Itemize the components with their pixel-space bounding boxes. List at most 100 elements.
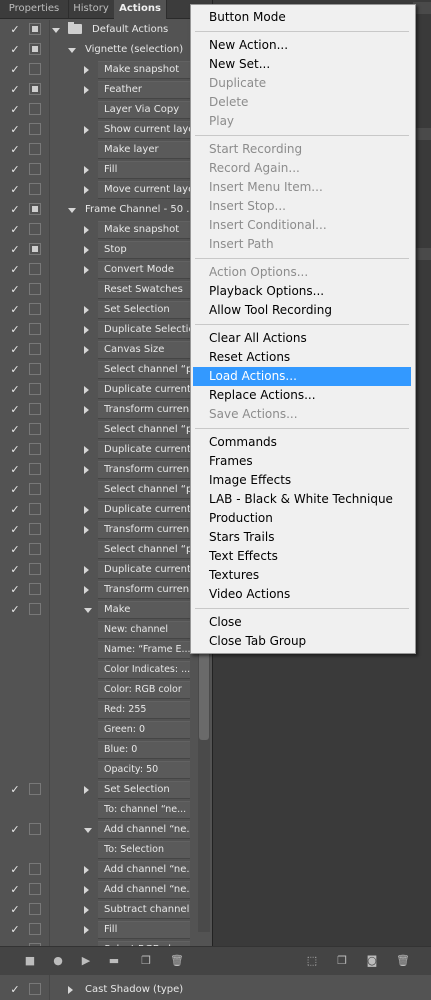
toggle-dialog-icon[interactable]: [29, 183, 41, 195]
expand-triangle-icon[interactable]: [84, 406, 89, 414]
expand-triangle-icon[interactable]: [84, 266, 89, 274]
trash-icon[interactable]: 🗑: [396, 955, 410, 967]
menu-item-clear-all-actions[interactable]: Clear All Actions: [193, 329, 411, 348]
toggle-item-checkmark-icon[interactable]: ✓: [8, 423, 22, 437]
toggle-dialog-icon[interactable]: [29, 263, 41, 275]
action-row[interactable]: ✓ Move current layer: [0, 180, 198, 200]
action-row[interactable]: ✓ Select channel “p...: [0, 420, 198, 440]
toggle-item-checkmark-icon[interactable]: ✓: [8, 923, 22, 937]
toggle-item-checkmark-icon[interactable]: ✓: [8, 583, 22, 597]
toggle-item-checkmark-icon[interactable]: ✓: [8, 783, 22, 797]
toggle-item-checkmark-icon[interactable]: ✓: [8, 43, 22, 57]
action-row[interactable]: ✓ Make snapshot: [0, 60, 198, 80]
expand-triangle-icon[interactable]: [68, 986, 73, 994]
toggle-item-checkmark-icon[interactable]: ✓: [8, 343, 22, 357]
toggle-dialog-icon[interactable]: [29, 523, 41, 535]
toggle-dialog-icon[interactable]: [29, 143, 41, 155]
expand-triangle-icon[interactable]: [84, 506, 89, 514]
menu-item-image-effects[interactable]: Image Effects: [193, 471, 411, 490]
expand-triangle-icon[interactable]: [84, 386, 89, 394]
expand-triangle-icon[interactable]: [84, 226, 89, 234]
expand-triangle-icon[interactable]: [84, 326, 89, 334]
expand-triangle-icon[interactable]: [84, 446, 89, 454]
expand-triangle-icon[interactable]: [84, 866, 89, 874]
toggle-dialog-icon[interactable]: [29, 223, 41, 235]
toggle-item-checkmark-icon[interactable]: ✓: [8, 823, 22, 837]
toggle-dialog-icon[interactable]: [29, 483, 41, 495]
action-row[interactable]: ✓ Make snapshot: [0, 220, 198, 240]
expand-triangle-icon[interactable]: [84, 566, 89, 574]
expand-triangle-icon[interactable]: [84, 86, 89, 94]
toggle-dialog-icon[interactable]: [29, 83, 41, 95]
toggle-item-checkmark-icon[interactable]: [8, 723, 22, 737]
toggle-item-checkmark-icon[interactable]: ✓: [8, 23, 22, 37]
toggle-item-checkmark-icon[interactable]: ✓: [8, 903, 22, 917]
menu-item-lab-black-white-technique[interactable]: LAB - Black & White Technique: [193, 490, 411, 509]
toggle-item-checkmark-icon[interactable]: ✓: [8, 603, 22, 617]
toggle-dialog-icon[interactable]: [29, 423, 41, 435]
record-icon[interactable]: ●: [52, 955, 64, 967]
action-row[interactable]: To: channel “ne...: [0, 800, 198, 820]
action-row[interactable]: ✓ Set Selection: [0, 780, 198, 800]
toggle-dialog-icon[interactable]: [29, 783, 41, 795]
toggle-dialog-icon[interactable]: [29, 343, 41, 355]
action-row[interactable]: ✓ Duplicate Selection: [0, 320, 198, 340]
toggle-dialog-icon[interactable]: [29, 123, 41, 135]
menu-item-reset-actions[interactable]: Reset Actions: [193, 348, 411, 367]
toggle-dialog-icon[interactable]: [29, 563, 41, 575]
toggle-item-checkmark-icon[interactable]: ✓: [8, 143, 22, 157]
toggle-item-checkmark-icon[interactable]: [8, 843, 22, 857]
action-row[interactable]: ✓ Layer Via Copy: [0, 100, 198, 120]
expand-triangle-icon[interactable]: [84, 466, 89, 474]
toggle-dialog-icon[interactable]: [29, 923, 41, 935]
toggle-dialog-icon[interactable]: [29, 883, 41, 895]
toggle-dialog-icon[interactable]: [29, 903, 41, 915]
toggle-item-checkmark-icon[interactable]: [8, 803, 22, 817]
menu-item-production[interactable]: Production: [193, 509, 411, 528]
tab-actions[interactable]: Actions: [114, 0, 167, 19]
action-row[interactable]: ✓ Select channel “p...: [0, 360, 198, 380]
action-row[interactable]: Red: 255: [0, 700, 198, 720]
collapse-triangle-icon[interactable]: [84, 608, 92, 613]
menu-item-text-effects[interactable]: Text Effects: [193, 547, 411, 566]
menu-item-close-tab-group[interactable]: Close Tab Group: [193, 632, 411, 651]
toggle-item-checkmark-icon[interactable]: ✓: [8, 363, 22, 377]
mask-icon[interactable]: ◙: [366, 955, 378, 967]
action-row[interactable]: ✓ Duplicate current...: [0, 500, 198, 520]
expand-triangle-icon[interactable]: [84, 346, 89, 354]
toggle-item-checkmark-icon[interactable]: ✓: [8, 563, 22, 577]
collapse-triangle-icon[interactable]: [68, 48, 76, 53]
expand-triangle-icon[interactable]: [84, 906, 89, 914]
toggle-item-checkmark-icon[interactable]: ✓: [8, 443, 22, 457]
toggle-item-checkmark-icon[interactable]: ✓: [8, 403, 22, 417]
toggle-dialog-icon[interactable]: [29, 203, 41, 215]
toggle-item-checkmark-icon[interactable]: ✓: [8, 883, 22, 897]
toggle-dialog-icon[interactable]: [29, 43, 41, 55]
menu-item-textures[interactable]: Textures: [193, 566, 411, 585]
action-row[interactable]: Color Indicates: ...: [0, 660, 198, 680]
action-row[interactable]: Blue: 0: [0, 740, 198, 760]
expand-triangle-icon[interactable]: [84, 246, 89, 254]
action-row[interactable]: ✓ Stop: [0, 240, 198, 260]
toggle-dialog-icon[interactable]: [29, 163, 41, 175]
toggle-dialog-icon[interactable]: [29, 403, 41, 415]
toggle-item-checkmark-icon[interactable]: ✓: [8, 503, 22, 517]
toggle-item-checkmark-icon[interactable]: ✓: [8, 203, 22, 217]
toggle-item-checkmark-icon[interactable]: ✓: [8, 83, 22, 97]
collapse-triangle-icon[interactable]: [52, 28, 60, 33]
action-row[interactable]: ✓ Add channel “ne...: [0, 880, 198, 900]
toggle-item-checkmark-icon[interactable]: [8, 663, 22, 677]
menu-item-commands[interactable]: Commands: [193, 433, 411, 452]
expand-triangle-icon[interactable]: [84, 926, 89, 934]
action-row[interactable]: ✓ Duplicate current...: [0, 440, 198, 460]
menu-item-playback-options[interactable]: Playback Options...: [193, 282, 411, 301]
toggle-item-checkmark-icon[interactable]: ✓: [8, 263, 22, 277]
action-row[interactable]: ✓ Default Actions: [0, 20, 198, 40]
toggle-dialog-icon[interactable]: [29, 363, 41, 375]
menu-item-button-mode[interactable]: Button Mode: [193, 8, 411, 27]
toggle-item-checkmark-icon[interactable]: ✓: [8, 523, 22, 537]
toggle-item-checkmark-icon[interactable]: ✓: [8, 323, 22, 337]
collapse-triangle-icon[interactable]: [68, 208, 76, 213]
selection-icon[interactable]: ⬚: [306, 955, 318, 967]
toggle-dialog-icon[interactable]: [29, 543, 41, 555]
